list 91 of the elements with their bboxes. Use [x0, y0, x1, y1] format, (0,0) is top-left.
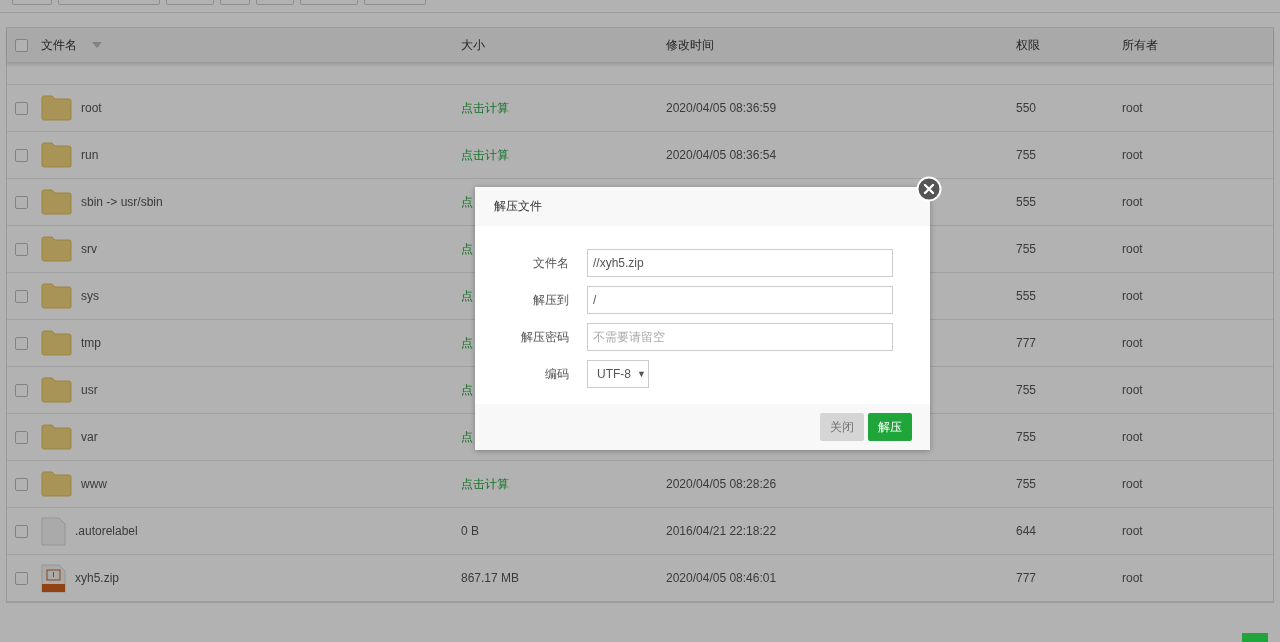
row-checkbox[interactable]: [15, 524, 28, 538]
file-size: 0 B: [461, 524, 479, 538]
folder-icon: [41, 283, 72, 309]
folder-icon: [41, 142, 72, 168]
close-icon[interactable]: [916, 176, 942, 202]
text-field[interactable]: /: [587, 286, 893, 314]
row-checkbox[interactable]: [15, 383, 28, 397]
permission: 755: [1016, 383, 1037, 397]
file-name[interactable]: sbin -> usr/sbin: [81, 195, 163, 209]
row-checkbox[interactable]: [15, 289, 28, 303]
row-checkbox[interactable]: [15, 336, 28, 350]
encoding-select[interactable]: UTF-8 ▼: [587, 360, 649, 388]
field-label: 解压密码: [520, 328, 570, 346]
zip-file-icon: [41, 563, 66, 593]
modified-time: 2020/04/05 08:36:54: [666, 148, 777, 162]
permission: 555: [1016, 195, 1037, 209]
text-field[interactable]: 不需要请留空: [587, 323, 893, 351]
sort-caret-icon[interactable]: [92, 42, 102, 48]
calculate-size-link[interactable]: 点击计算: [461, 100, 509, 115]
permission: 755: [1016, 242, 1037, 256]
file-name[interactable]: srv: [81, 242, 97, 256]
field-label: 编码: [544, 365, 570, 383]
file-name[interactable]: tmp: [81, 336, 101, 350]
folder-icon: [41, 236, 72, 262]
file-name[interactable]: run: [81, 148, 99, 162]
pagination-button[interactable]: [1242, 633, 1268, 642]
modified-time: 2016/04/21 22:18:22: [666, 524, 777, 538]
column-header: 所有者: [1122, 36, 1158, 54]
owner: root: [1122, 336, 1143, 350]
column-header: 大小: [461, 36, 485, 54]
owner: root: [1122, 477, 1143, 491]
permission: 644: [1016, 524, 1037, 538]
permission: 755: [1016, 430, 1037, 444]
row-checkbox[interactable]: [15, 430, 28, 444]
permission: 555: [1016, 289, 1037, 303]
calculate-size-link[interactable]: 点击计算: [461, 476, 509, 491]
calculate-size-link[interactable]: 点: [461, 429, 473, 444]
row-checkbox[interactable]: [15, 571, 28, 585]
dialog-title: 解压文件: [494, 198, 542, 215]
calculate-size-link[interactable]: 点: [461, 241, 473, 256]
owner: root: [1122, 242, 1143, 256]
calculate-size-link[interactable]: 点: [461, 335, 473, 350]
file-name[interactable]: sys: [81, 289, 99, 303]
owner: root: [1122, 430, 1143, 444]
column-header: 修改时间: [666, 36, 714, 54]
owner: root: [1122, 289, 1143, 303]
file-icon: [41, 516, 66, 546]
permission: 755: [1016, 148, 1037, 162]
text-field[interactable]: //xyh5.zip: [587, 249, 893, 277]
row-checkbox[interactable]: [15, 477, 28, 491]
file-name[interactable]: www: [81, 477, 107, 491]
file-name[interactable]: .autorelabel: [75, 524, 138, 538]
folder-icon: [41, 377, 72, 403]
folder-icon: [41, 330, 72, 356]
row-checkbox[interactable]: [15, 148, 28, 162]
column-header: 文件名: [41, 36, 77, 54]
permission: 777: [1016, 336, 1037, 350]
modified-time: 2020/04/05 08:36:59: [666, 101, 777, 115]
owner: root: [1122, 195, 1143, 209]
permission: 777: [1016, 571, 1037, 585]
modified-time: 2020/04/05 08:28:26: [666, 477, 777, 491]
file-size: 867.17 MB: [461, 571, 520, 585]
folder-icon: [41, 424, 72, 450]
field-label: 解压到: [532, 291, 570, 309]
file-name[interactable]: var: [81, 430, 98, 444]
modified-time: 2020/04/05 08:46:01: [666, 571, 777, 585]
file-name[interactable]: xyh5.zip: [75, 571, 120, 585]
folder-icon: [41, 95, 72, 121]
close-button[interactable]: 关闭: [820, 413, 864, 441]
row-checkbox[interactable]: [15, 242, 28, 256]
owner: root: [1122, 148, 1143, 162]
extract-button[interactable]: 解压: [868, 413, 912, 441]
row-checkbox[interactable]: [15, 195, 28, 209]
owner: root: [1122, 101, 1143, 115]
owner: root: [1122, 524, 1143, 538]
owner: root: [1122, 383, 1143, 397]
calculate-size-link[interactable]: 点: [461, 194, 473, 209]
column-header: 权限: [1016, 36, 1040, 54]
permission: 755: [1016, 477, 1037, 491]
permission: 550: [1016, 101, 1037, 115]
select-all-checkbox[interactable]: [15, 38, 28, 52]
field-label: 文件名: [532, 254, 570, 272]
folder-icon: [41, 471, 72, 497]
row-checkbox[interactable]: [15, 101, 28, 115]
calculate-size-link[interactable]: 点: [461, 288, 473, 303]
file-name[interactable]: usr: [81, 383, 98, 397]
calculate-size-link[interactable]: 点: [461, 382, 473, 397]
owner: root: [1122, 571, 1143, 585]
calculate-size-link[interactable]: 点击计算: [461, 147, 509, 162]
folder-icon: [41, 189, 72, 215]
file-name[interactable]: root: [81, 101, 102, 115]
